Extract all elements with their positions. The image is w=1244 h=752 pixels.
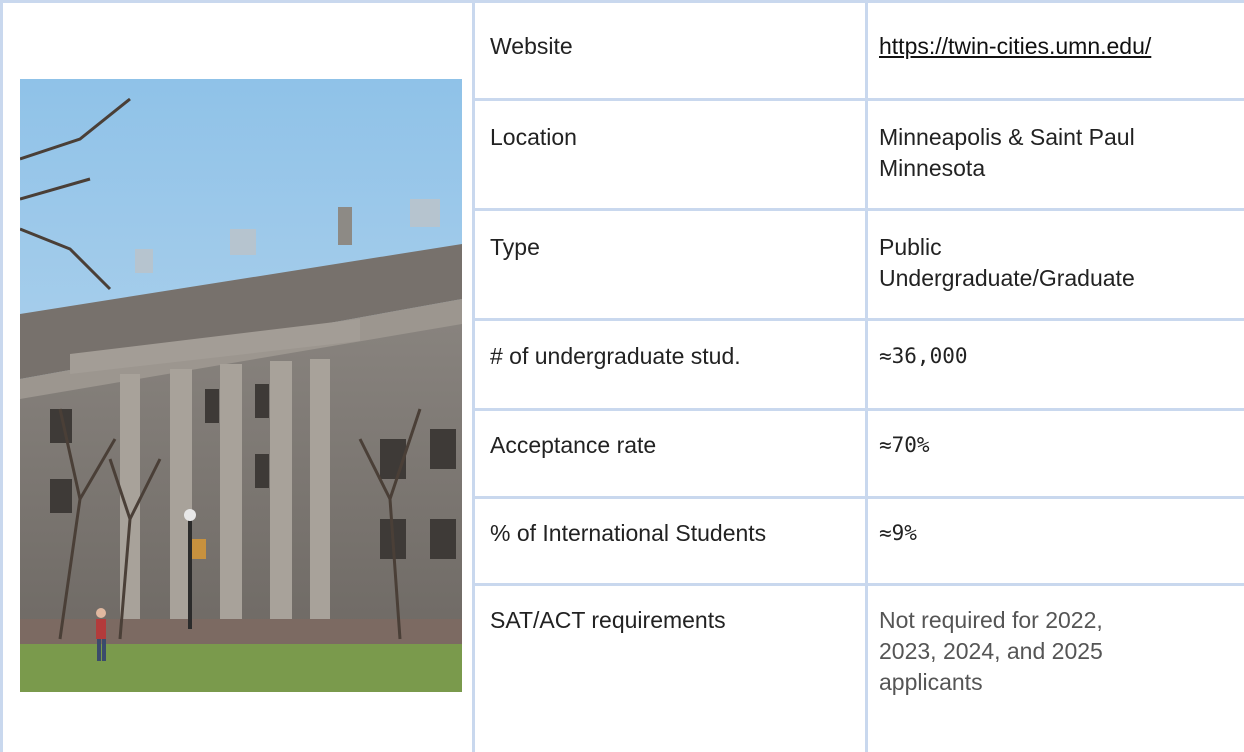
row-divider [472, 408, 1244, 411]
value-type-line-2: Undergraduate/Graduate [879, 265, 1135, 291]
value-sat-line-2: 2023, 2024, and 2025 [879, 638, 1103, 664]
label-website: Website [490, 33, 573, 59]
label-sat-act-requirements: SAT/ACT requirements [490, 607, 726, 633]
row-divider [472, 583, 1244, 586]
label-acceptance-rate: Acceptance rate [490, 432, 657, 458]
value-location-line-1: Minneapolis & Saint Paul [879, 124, 1135, 150]
website-link[interactable]: https://twin-cities.umn.edu/ [879, 31, 1151, 62]
label-international-students: % of International Students [490, 520, 767, 546]
campus-building-photo [20, 79, 462, 692]
row-divider [472, 496, 1244, 499]
value-type: Public Undergraduate/Graduate [879, 232, 1135, 294]
table-divider [472, 0, 475, 752]
label-type: Type [490, 234, 540, 260]
value-undergraduate-students: ≈36,000 [879, 344, 968, 368]
table-divider [865, 0, 868, 752]
value-international-students: ≈9% [879, 521, 917, 545]
label-undergraduate-students: # of undergraduate stud. [490, 343, 741, 369]
value-acceptance-rate: ≈70% [879, 433, 930, 457]
label-location: Location [490, 124, 577, 150]
value-sat-line-3: applicants [879, 669, 983, 695]
value-type-line-1: Public [879, 234, 942, 260]
value-sat-act-requirements: Not required for 2022, 2023, 2024, and 2… [879, 605, 1103, 698]
value-sat-line-1: Not required for 2022, [879, 607, 1103, 633]
value-location-line-2: Minnesota [879, 155, 986, 181]
row-divider [472, 318, 1244, 321]
row-divider [472, 208, 1244, 211]
value-location: Minneapolis & Saint Paul Minnesota [879, 122, 1135, 184]
row-divider [472, 98, 1244, 101]
website-link-text[interactable]: https://twin-cities.umn.edu/ [879, 33, 1151, 59]
